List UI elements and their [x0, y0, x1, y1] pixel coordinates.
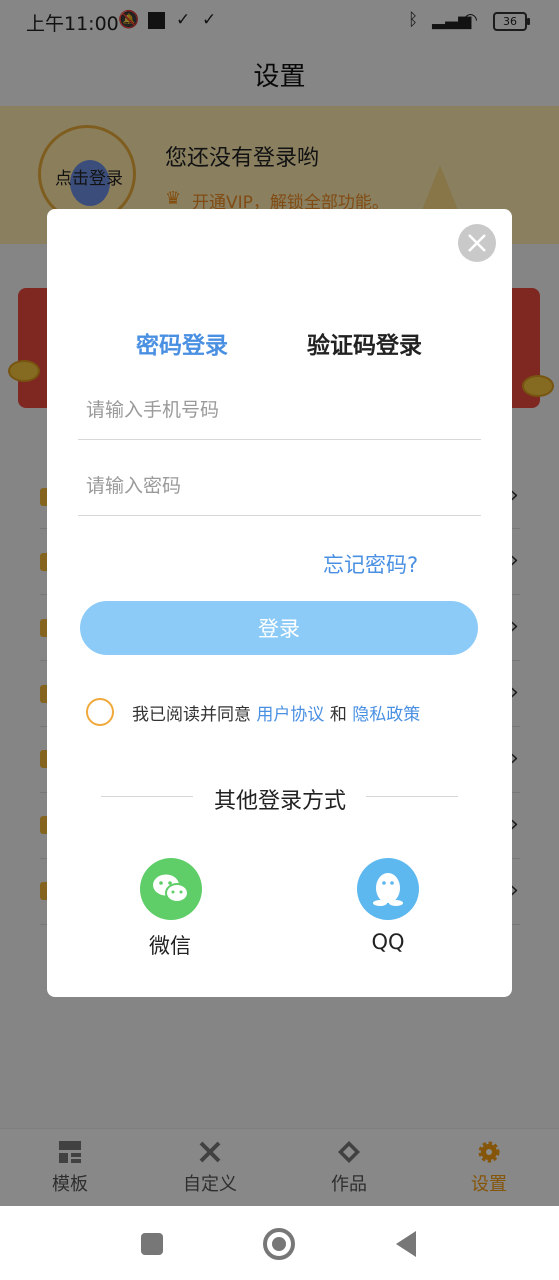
- agreement-text: 我已阅读并同意 用户协议 和 隐私政策: [132, 700, 420, 725]
- other-login-title: 其他登录方式: [213, 789, 346, 814]
- tab-code-login[interactable]: 验证码登录: [307, 326, 422, 360]
- wechat-login-button[interactable]: [140, 858, 202, 920]
- phone-input[interactable]: [78, 380, 481, 440]
- qq-login-button[interactable]: [357, 858, 419, 920]
- tab-password-login[interactable]: 密码登录: [136, 326, 228, 360]
- divider-right: [366, 796, 458, 797]
- wechat-label: 微信: [149, 934, 191, 958]
- agree-prefix: 我已阅读并同意: [132, 705, 251, 725]
- back-icon[interactable]: [396, 1231, 416, 1257]
- qq-label: QQ: [371, 930, 405, 954]
- privacy-policy-link[interactable]: 隐私政策: [352, 705, 420, 725]
- recents-icon[interactable]: [141, 1233, 163, 1255]
- qq-icon: [373, 873, 403, 906]
- login-button[interactable]: 登录: [80, 601, 478, 655]
- close-button[interactable]: [458, 224, 496, 262]
- home-icon[interactable]: [263, 1228, 295, 1260]
- divider-left: [101, 796, 193, 797]
- forgot-password-link[interactable]: 忘记密码?: [323, 549, 418, 579]
- wechat-icon: [153, 874, 189, 903]
- user-agreement-link[interactable]: 用户协议: [256, 705, 324, 725]
- agree-and: 和: [329, 705, 347, 725]
- agree-checkbox[interactable]: [86, 698, 114, 726]
- close-icon: [468, 234, 486, 252]
- password-input[interactable]: [78, 456, 481, 516]
